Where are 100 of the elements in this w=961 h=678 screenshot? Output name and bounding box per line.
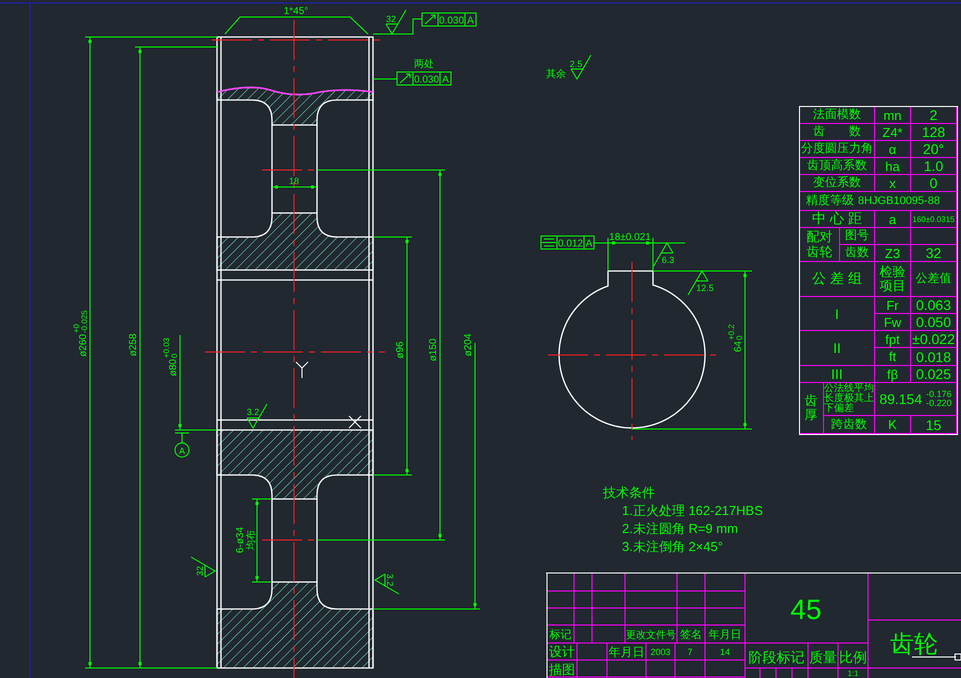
parameter-value: 0.018 — [916, 348, 952, 364]
column-header: 公差值 — [916, 272, 952, 286]
parameter-label: 齿厚 — [804, 394, 818, 422]
title-block-label: 质量 — [809, 649, 837, 665]
parameter-label: 配对齿轮 — [806, 230, 834, 259]
parameter-label: 跨齿数 — [831, 418, 867, 432]
other-roughness-label: 其余 — [546, 69, 566, 80]
dimension-text: ø80 — [168, 359, 179, 376]
roughness-icon — [652, 242, 674, 268]
datum-circle — [174, 442, 190, 458]
dimension-text: ø260 — [78, 334, 89, 357]
column-header: 检验项目 — [878, 264, 906, 294]
datum-letter: A — [467, 16, 474, 26]
datum-letter: A — [179, 446, 185, 456]
parameter-value: 2 — [930, 107, 938, 123]
parameter-value: 160±0.0315 — [912, 214, 955, 224]
dimension-text: 18±0.021 — [609, 232, 651, 243]
parameter-symbol: Z4* — [882, 124, 903, 140]
parameter-label: 齿顶高系数 — [807, 159, 867, 173]
dimension-text: 6-ø34 — [235, 526, 246, 554]
parameter-value: 0.050 — [916, 314, 952, 330]
parameter-value: 89.154 — [879, 391, 922, 407]
tolerance-frame — [396, 72, 452, 86]
roughness-icon — [570, 54, 592, 80]
dimension-text: ø96 — [395, 341, 406, 359]
tolerance-value: 0.030 — [414, 74, 440, 86]
datum-symbol-icon — [174, 432, 190, 444]
dimension-note: 均布 — [246, 530, 257, 550]
roughness-value: 3.2 — [385, 574, 395, 586]
parameter-value: 8HJGB10095-88 — [858, 195, 940, 207]
parameter-label: 齿数 — [845, 246, 869, 260]
material-value: 45 — [790, 594, 822, 625]
tolerance-value: 0.030 — [438, 16, 464, 26]
title-block-label: 阶段标记 — [748, 649, 804, 665]
chamfer-label: 1*45° — [284, 6, 308, 17]
title-block-value: 7 — [688, 647, 692, 657]
notes-title: 技术条件 — [603, 485, 655, 500]
dimension-text: 64 — [733, 341, 744, 352]
parameter-value: 0.025 — [916, 366, 952, 382]
parameter-label: 图号 — [845, 229, 869, 243]
runout-arrow-icon — [400, 74, 410, 84]
parameter-label: 中 心 距 — [812, 211, 862, 227]
tolerance-frame — [540, 236, 594, 250]
title-block-label: 标记 — [550, 629, 572, 641]
parameter-symbol: Z3 — [884, 246, 900, 260]
leader-line — [594, 242, 608, 244]
roughness-icon — [190, 556, 216, 578]
parameter-value: 15 — [926, 416, 942, 432]
parameter-value: 0.063 — [916, 297, 952, 313]
title-block-label: 年月日 — [708, 629, 742, 641]
parameter-label: 公法线平均长度极其上下偏差 — [824, 384, 874, 414]
note-text: 1.正火处理 162-217HBS — [622, 503, 763, 518]
tolerance-text: -0.176 — [926, 390, 952, 399]
dimension-text: ø150 — [428, 338, 439, 362]
roughness-value: 32 — [386, 14, 396, 24]
tolerance-text: 0 — [735, 336, 744, 340]
parameter-value: 0 — [930, 175, 938, 191]
title-block-label: 签名 — [680, 629, 702, 641]
title-block-label: 描图 — [549, 662, 575, 677]
part-name: 齿轮 — [890, 631, 938, 658]
parameter-symbol: x — [889, 176, 896, 190]
roughness-icon — [246, 404, 268, 429]
tolerance-frame — [422, 12, 476, 26]
roughness-value: 6.3 — [662, 255, 674, 265]
tolerance-text: +0 — [72, 324, 81, 333]
tolerance-group-label: I — [835, 306, 839, 322]
parameter-symbol: fpt — [885, 332, 900, 346]
scale-value: 1:1 — [847, 669, 859, 678]
parameter-symbol: K — [888, 417, 897, 432]
title-block-label: 年月日 — [608, 645, 644, 659]
parameter-value: 20° — [922, 141, 944, 157]
title-block-label: 设计 — [549, 644, 575, 659]
parameter-label: 分度圆压力角 — [801, 142, 873, 156]
roughness-value: 3.2 — [246, 407, 260, 417]
parameter-symbol: Fr — [886, 298, 899, 312]
parameter-symbol: α — [888, 142, 896, 156]
parameter-symbol: fβ — [886, 366, 898, 382]
roughness-value: 12.5 — [696, 283, 714, 293]
note-label: 两处 — [414, 59, 434, 70]
roughness-value: 2.5 — [570, 59, 582, 69]
roughness-icon — [386, 10, 406, 35]
parameter-value: 128 — [922, 124, 946, 140]
title-block-label: 比例 — [839, 649, 867, 665]
tolerance-text: +0.2 — [727, 324, 736, 340]
dimension-text: ø204 — [463, 334, 474, 356]
parameter-symbol: a — [888, 212, 896, 226]
parameter-label: 法面模数 — [813, 108, 861, 122]
note-text: 2.未注圆角 R=9 mm — [622, 521, 738, 536]
tolerance-value: 0.012 — [558, 238, 584, 250]
parameter-value: 32 — [926, 245, 942, 261]
parameter-label: 齿 数 — [813, 125, 861, 139]
parameter-symbol: mn — [883, 108, 902, 122]
parameter-value: ±0.022 — [912, 331, 955, 347]
tolerance-group-label: III — [831, 366, 843, 382]
tolerance-group-label: II — [833, 340, 841, 356]
leader-line — [372, 78, 398, 80]
roughness-value: 32 — [195, 566, 205, 576]
note-text: 3.未注倒角 2×45° — [622, 539, 723, 554]
datum-letter: A — [586, 238, 592, 250]
parameter-label: 精度等级 — [806, 194, 854, 208]
